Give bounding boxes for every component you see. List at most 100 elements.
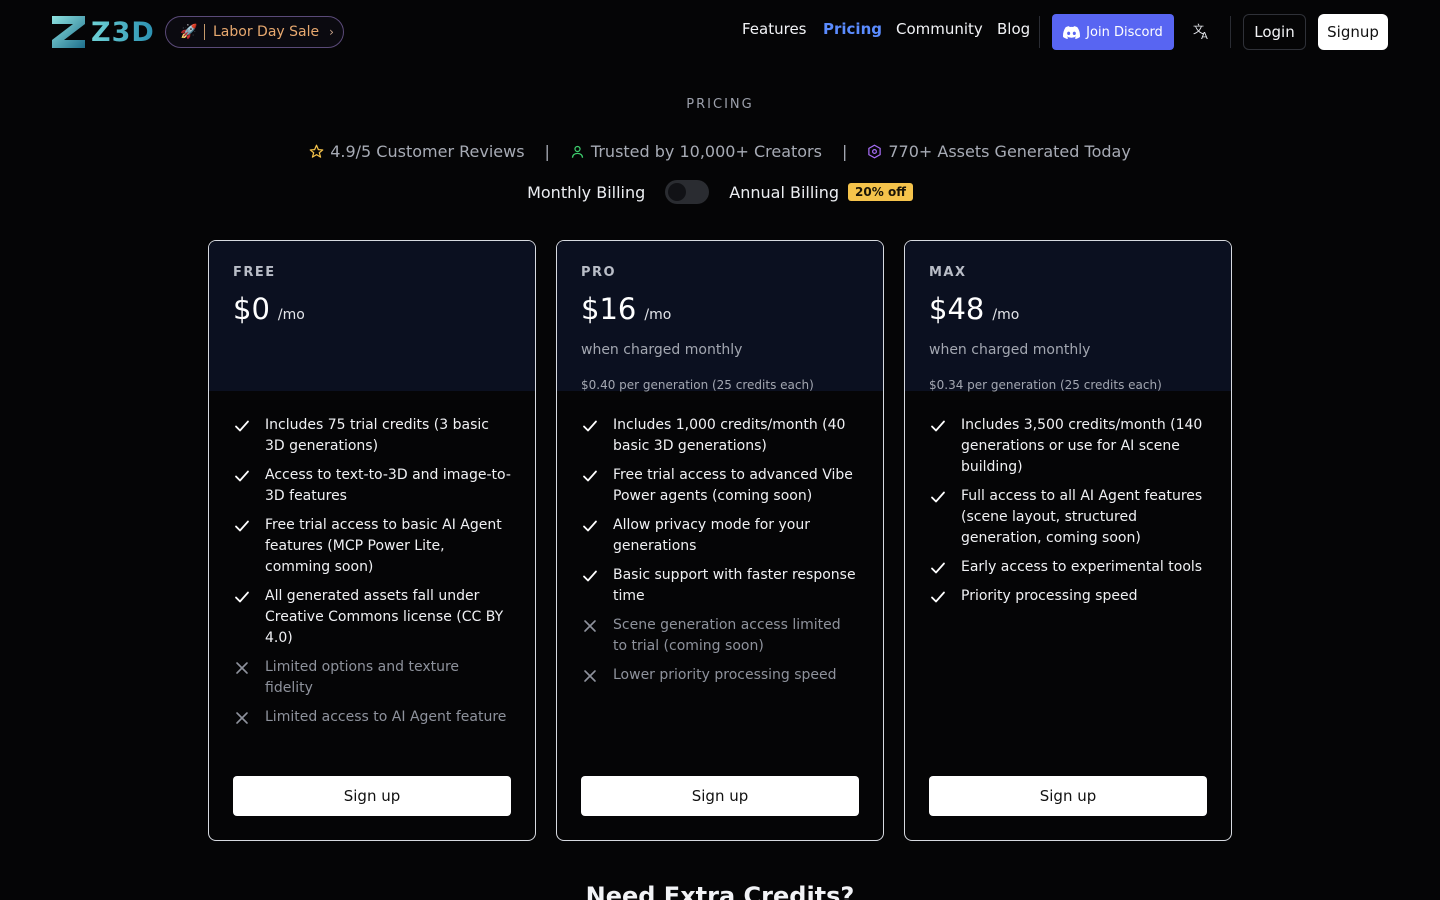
feature-item: Free trial access to basic AI Agent feat… — [233, 515, 511, 578]
price-row: $16 /mo — [581, 292, 859, 326]
price-row: $48 /mo — [929, 292, 1207, 326]
feature-text: Limited access to AI Agent feature — [265, 709, 507, 725]
nav-blog[interactable]: Blog — [997, 20, 1030, 38]
nav-divider — [1039, 16, 1040, 48]
nav-features[interactable]: Features — [742, 20, 807, 38]
check-icon — [581, 515, 599, 557]
labor-day-sale-pill[interactable]: 🚀 Labor Day Sale › — [165, 16, 344, 48]
feature-text: Free trial access to advanced Vibe Power… — [613, 467, 853, 504]
feature-list: Includes 75 trial credits (3 basic 3D ge… — [209, 391, 535, 728]
logo[interactable]: Z3D — [52, 16, 155, 48]
check-icon — [233, 415, 251, 457]
feature-item: Includes 75 trial credits (3 basic 3D ge… — [233, 415, 511, 457]
price-row: $0 /mo — [233, 292, 511, 326]
feature-text: Basic support with faster response time — [613, 567, 856, 604]
plan-signup-button[interactable]: Sign up — [581, 776, 859, 816]
feature-text: Free trial access to basic AI Agent feat… — [265, 517, 502, 575]
chevron-right-icon: › — [329, 25, 334, 39]
discord-icon — [1063, 25, 1081, 39]
plan-period: /mo — [992, 307, 1020, 323]
plan-per-generation: $0.34 per generation (25 credits each) — [929, 378, 1162, 392]
feature-text: Includes 75 trial credits (3 basic 3D ge… — [265, 417, 489, 454]
pricing-card-header: FREE $0 /mo — [209, 241, 535, 391]
feature-item: Priority processing speed — [929, 586, 1207, 607]
cube-icon — [868, 144, 882, 159]
stat-assets: 770+ Assets Generated Today — [867, 142, 1131, 161]
feature-list: Includes 3,500 credits/month (140 genera… — [905, 391, 1231, 607]
nav-community[interactable]: Community — [896, 20, 983, 38]
login-button[interactable]: Login — [1243, 14, 1306, 50]
feature-text: Lower priority processing speed — [613, 667, 837, 683]
x-icon — [581, 615, 599, 657]
plan-charged-note: when charged monthly — [581, 342, 743, 358]
section-label: PRICING — [686, 97, 754, 112]
feature-text: Includes 3,500 credits/month (140 genera… — [961, 417, 1203, 475]
stat-separator: | — [841, 142, 848, 161]
plan-period: /mo — [644, 307, 672, 323]
pill-divider — [204, 24, 205, 40]
join-discord-button[interactable]: Join Discord — [1052, 14, 1174, 50]
check-icon — [929, 586, 947, 607]
check-icon — [233, 465, 251, 507]
feature-text: Access to text-to-3D and image-to-3D fea… — [265, 467, 511, 504]
stat-reviews-text: 4.9/5 Customer Reviews — [330, 142, 525, 161]
feature-item: Full access to all AI Agent features (sc… — [929, 486, 1207, 549]
billing-toggle[interactable] — [665, 180, 710, 204]
x-icon — [233, 657, 251, 699]
logo-text: Z3D — [91, 16, 155, 48]
feature-text: All generated assets fall under Creative… — [265, 588, 504, 646]
pricing-card-header: MAX $48 /mo when charged monthly $0.34 p… — [905, 241, 1231, 392]
join-discord-label: Join Discord — [1086, 24, 1163, 40]
pricing-card-free: FREE $0 /mo Includes 75 trial credits (3… — [208, 240, 536, 841]
plan-tier: PRO — [581, 265, 617, 280]
language-icon[interactable]: 文 A — [1193, 22, 1211, 42]
check-icon — [581, 565, 599, 607]
feature-text: Limited options and texture fidelity — [265, 659, 460, 696]
x-icon — [233, 707, 251, 728]
user-icon — [571, 145, 584, 158]
feature-item: Scene generation access limited to trial… — [581, 615, 859, 657]
feature-item: Includes 1,000 credits/month (40 basic 3… — [581, 415, 859, 457]
stats-row: 4.9/5 Customer Reviews | Trusted by 10,0… — [0, 142, 1440, 161]
top-navbar: Z3D 🚀 Labor Day Sale › Features Pricing … — [0, 0, 1440, 64]
signup-button[interactable]: Signup — [1318, 14, 1388, 50]
monthly-billing-label: Monthly Billing — [527, 182, 646, 202]
stat-reviews: 4.9/5 Customer Reviews — [309, 142, 525, 161]
plan-price: $0 — [233, 292, 270, 326]
plan-period: /mo — [277, 307, 305, 323]
feature-item: Free trial access to advanced Vibe Power… — [581, 465, 859, 507]
pricing-card-pro: PRO $16 /mo when charged monthly $0.40 p… — [556, 240, 884, 841]
feature-list: Includes 1,000 credits/month (40 basic 3… — [557, 391, 883, 686]
plan-tier: FREE — [233, 265, 276, 280]
check-icon — [581, 415, 599, 457]
pricing-card-header: PRO $16 /mo when charged monthly $0.40 p… — [557, 241, 883, 392]
feature-item: Early access to experimental tools — [929, 557, 1207, 578]
stat-separator: | — [544, 142, 550, 161]
feature-text: Early access to experimental tools — [961, 559, 1203, 575]
feature-item: Lower priority processing speed — [581, 665, 859, 686]
plan-signup-button[interactable]: Sign up — [929, 776, 1207, 816]
x-icon — [581, 665, 599, 686]
feature-text: Includes 1,000 credits/month (40 basic 3… — [613, 417, 846, 454]
check-icon — [929, 486, 947, 549]
check-icon — [929, 557, 947, 578]
plan-price: $48 — [929, 292, 985, 326]
stat-creators: Trusted by 10,000+ Creators — [570, 142, 822, 161]
nav-divider-2 — [1230, 16, 1231, 48]
plan-charged-note: when charged monthly — [929, 342, 1091, 358]
star-icon — [309, 144, 324, 158]
plan-signup-button[interactable]: Sign up — [233, 776, 511, 816]
check-icon — [581, 465, 599, 507]
feature-text: Scene generation access limited to trial… — [613, 617, 841, 654]
check-icon — [929, 415, 947, 478]
plan-per-generation: $0.40 per generation (25 credits each) — [581, 378, 814, 392]
feature-item: Allow privacy mode for your generations — [581, 515, 859, 557]
nav-pricing[interactable]: Pricing — [823, 20, 882, 38]
pricing-card-max: MAX $48 /mo when charged monthly $0.34 p… — [904, 240, 1232, 841]
check-icon — [233, 586, 251, 649]
plan-price: $16 — [581, 292, 637, 326]
feature-item: Limited access to AI Agent feature — [233, 707, 511, 728]
stat-creators-text: Trusted by 10,000+ Creators — [590, 142, 822, 161]
stat-assets-text: 770+ Assets Generated Today — [888, 142, 1131, 161]
annual-billing-label: Annual Billing — [729, 182, 840, 202]
